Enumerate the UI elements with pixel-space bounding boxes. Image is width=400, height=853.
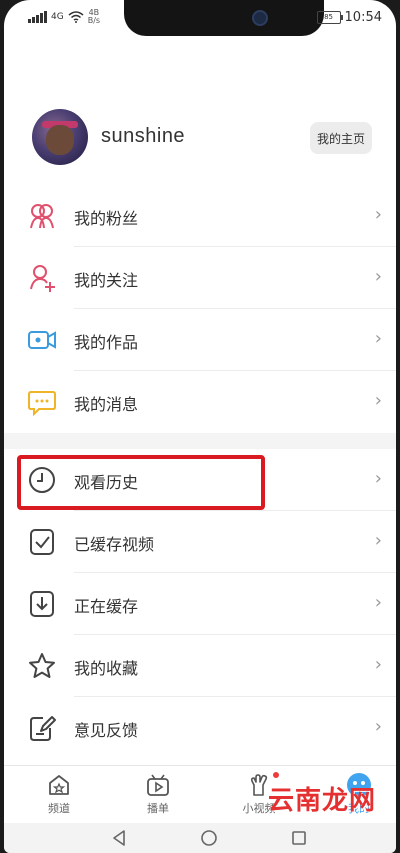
playlist-icon bbox=[147, 774, 169, 796]
tab-playlist[interactable]: 播单 bbox=[128, 772, 188, 816]
menu-item-cached-videos[interactable]: 已缓存视频 › bbox=[4, 511, 396, 573]
download-icon bbox=[30, 591, 54, 617]
cached-check-icon bbox=[30, 529, 54, 555]
front-camera bbox=[252, 10, 268, 26]
menu-item-fans[interactable]: 我的粉丝 › bbox=[4, 185, 396, 247]
watermark: 云南龙网 bbox=[267, 786, 376, 816]
menu-item-label: 我的作品 bbox=[74, 333, 139, 352]
tab-label: 播单 bbox=[147, 802, 169, 815]
menu-item-label: 我的关注 bbox=[74, 271, 139, 290]
chevron-right-icon: › bbox=[374, 266, 382, 287]
home-icon bbox=[49, 775, 69, 795]
notification-dot bbox=[273, 772, 279, 778]
menu-item-messages[interactable]: 我的消息 › bbox=[4, 371, 396, 433]
tab-label: 频道 bbox=[48, 802, 70, 815]
menu-item-label: 正在缓存 bbox=[74, 597, 139, 616]
video-camera-icon bbox=[28, 331, 56, 349]
chevron-right-icon: › bbox=[374, 716, 382, 737]
my-homepage-button[interactable]: 我的主页 bbox=[310, 122, 372, 154]
signal-icon bbox=[28, 11, 47, 23]
home-nav-icon[interactable] bbox=[200, 829, 218, 847]
menu-item-favorites[interactable]: 我的收藏 › bbox=[4, 635, 396, 697]
menu-item-follow[interactable]: 我的关注 › bbox=[4, 247, 396, 309]
chevron-right-icon: › bbox=[374, 390, 382, 411]
fans-icon bbox=[30, 204, 54, 229]
back-icon[interactable] bbox=[110, 829, 128, 847]
tab-channels[interactable]: 频道 bbox=[29, 772, 89, 816]
battery-icon: 85 bbox=[316, 10, 343, 24]
menu-item-label: 我的粉丝 bbox=[74, 209, 139, 228]
system-nav-bar bbox=[4, 823, 396, 853]
clock-time: 10:54 bbox=[344, 9, 382, 25]
wifi-icon bbox=[68, 11, 84, 23]
profile-header: sunshine 我的主页 bbox=[4, 105, 396, 175]
phone-screen: 4G 4B B/s 85 10:54 sunshine 我的主页 我的粉丝 › 我… bbox=[4, 0, 396, 853]
menu-item-feedback[interactable]: 意见反馈 › bbox=[4, 697, 396, 759]
chevron-right-icon: › bbox=[374, 592, 382, 613]
star-icon bbox=[29, 653, 55, 678]
menu-item-downloading[interactable]: 正在缓存 › bbox=[4, 573, 396, 635]
chevron-right-icon: › bbox=[374, 328, 382, 349]
username: sunshine bbox=[101, 125, 186, 147]
feedback-icon bbox=[30, 716, 56, 741]
chevron-right-icon: › bbox=[374, 204, 382, 225]
menu-item-label: 我的收藏 bbox=[74, 659, 139, 678]
chevron-right-icon: › bbox=[374, 654, 382, 675]
network-type: 4G bbox=[51, 12, 64, 22]
section-gap bbox=[4, 433, 396, 449]
menu-item-label: 已缓存视频 bbox=[74, 535, 155, 554]
chevron-right-icon: › bbox=[374, 468, 382, 489]
net-speed: 4B B/s bbox=[87, 8, 101, 25]
menu-item-label: 意见反馈 bbox=[74, 721, 139, 740]
follow-icon bbox=[30, 265, 55, 292]
menu-item-label: 我的消息 bbox=[74, 395, 139, 414]
recents-icon[interactable] bbox=[290, 829, 308, 847]
message-icon bbox=[28, 391, 56, 417]
status-right: 85 10:54 bbox=[316, 6, 382, 28]
avatar[interactable] bbox=[32, 109, 88, 165]
highlight-box bbox=[17, 455, 265, 510]
status-left: 4G 4B B/s bbox=[28, 6, 100, 28]
menu-item-works[interactable]: 我的作品 › bbox=[4, 309, 396, 371]
chevron-right-icon: › bbox=[374, 530, 382, 551]
notch bbox=[124, 0, 324, 36]
